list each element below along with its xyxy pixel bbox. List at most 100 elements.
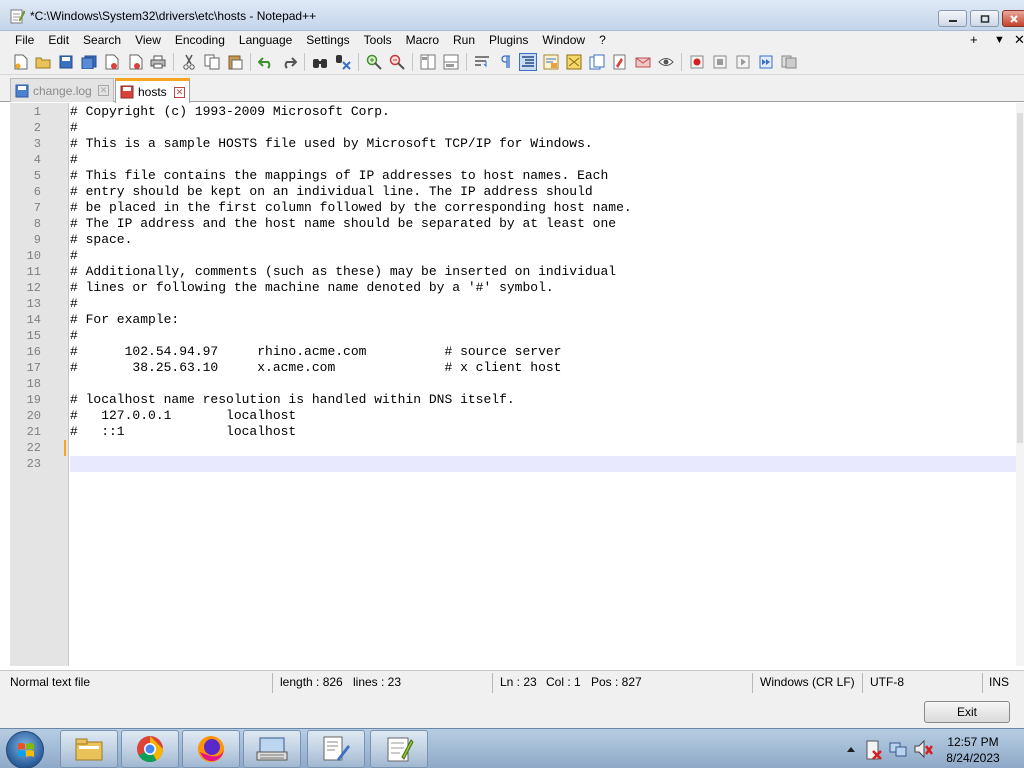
stop-record-button[interactable]: [711, 53, 729, 71]
taskbar-keyboard-app[interactable]: [243, 730, 301, 768]
paste-button[interactable]: [226, 53, 244, 71]
zoom-in-button[interactable]: [365, 53, 383, 71]
redo-button[interactable]: [280, 53, 298, 71]
system-clock[interactable]: 12:57 PM 8/24/2023: [938, 734, 1008, 766]
code-line[interactable]: [70, 440, 1016, 456]
word-wrap-button[interactable]: [473, 53, 491, 71]
code-line[interactable]: [70, 456, 1016, 472]
code-line[interactable]: #: [70, 296, 1016, 312]
new-tab-button[interactable]: +: [970, 31, 978, 49]
code-line[interactable]: # This file contains the mappings of IP …: [70, 168, 1016, 184]
record-macro-button[interactable]: [688, 53, 706, 71]
taskbar-documents-app[interactable]: [307, 730, 365, 768]
function-list-button[interactable]: [588, 53, 606, 71]
menu-help[interactable]: ?: [592, 31, 613, 49]
code-line[interactable]: # space.: [70, 232, 1016, 248]
menu-encoding[interactable]: Encoding: [168, 31, 232, 49]
folder-workspace-button[interactable]: [611, 53, 629, 71]
copy-button[interactable]: [203, 53, 221, 71]
code-line[interactable]: # ::1 localhost: [70, 424, 1016, 440]
tab-label: hosts: [138, 85, 167, 99]
taskbar-firefox[interactable]: [182, 730, 240, 768]
close-all-button[interactable]: [126, 53, 144, 71]
network-icon[interactable]: [888, 729, 908, 768]
tab-close-icon[interactable]: ✕: [98, 85, 109, 96]
save-macro-button[interactable]: [780, 53, 798, 71]
menu-macro[interactable]: Macro: [399, 31, 446, 49]
code-line[interactable]: [70, 376, 1016, 392]
code-line[interactable]: # This is a sample HOSTS file used by Mi…: [70, 136, 1016, 152]
text-area[interactable]: # Copyright (c) 1993-2009 Microsoft Corp…: [64, 103, 1016, 666]
document-map-button[interactable]: [565, 53, 583, 71]
menu-plugins[interactable]: Plugins: [482, 31, 535, 49]
close-file-button[interactable]: [103, 53, 121, 71]
sync-vertical-button[interactable]: [419, 53, 437, 71]
editor[interactable]: 1 2 3 4 5 6 7 8 9 10 11 12 13 14 15 16 17 18 19 20 21 22 23 # …: [10, 103, 1024, 666]
taskbar-file-explorer[interactable]: [60, 730, 118, 768]
code-line[interactable]: # 127.0.0.1 localhost: [70, 408, 1016, 424]
volume-muted-icon[interactable]: [912, 729, 934, 768]
status-encoding[interactable]: UTF-8: [870, 675, 904, 689]
code-line[interactable]: #: [70, 120, 1016, 136]
open-file-button[interactable]: [34, 53, 52, 71]
taskbar-notepad-plus-plus[interactable]: [370, 730, 428, 768]
code-line[interactable]: # The IP address and the host name shoul…: [70, 216, 1016, 232]
find-button[interactable]: [311, 53, 329, 71]
code-line[interactable]: #: [70, 328, 1016, 344]
eye-button[interactable]: [657, 53, 675, 71]
menu-file[interactable]: File: [0, 31, 41, 49]
menu-tools[interactable]: Tools: [357, 31, 399, 49]
replace-button[interactable]: [334, 53, 352, 71]
show-all-chars-button[interactable]: [496, 53, 514, 71]
status-insert-mode[interactable]: INS: [989, 675, 1009, 689]
minimize-button[interactable]: [938, 10, 967, 27]
action-center-icon[interactable]: [864, 729, 884, 768]
tab-list-button[interactable]: ▼: [994, 31, 1005, 49]
code-line[interactable]: # Copyright (c) 1993-2009 Microsoft Corp…: [70, 104, 1016, 120]
code-line[interactable]: # lines or following the machine name de…: [70, 280, 1016, 296]
tray-up-arrow-icon[interactable]: [844, 729, 858, 768]
code-line[interactable]: # localhost name resolution is handled w…: [70, 392, 1016, 408]
play-macro-button[interactable]: [734, 53, 752, 71]
print-button[interactable]: [149, 53, 167, 71]
tab-hosts[interactable]: hosts ✕: [115, 78, 190, 103]
tab-close-icon[interactable]: ✕: [174, 86, 185, 98]
doc-monitor-button[interactable]: [634, 53, 652, 71]
new-file-button[interactable]: [12, 53, 30, 71]
close-document-button[interactable]: ✕: [1014, 31, 1024, 49]
tab-change-log[interactable]: change.log ✕: [10, 78, 114, 102]
code-line[interactable]: # 102.54.94.97 rhino.acme.com # source s…: [70, 344, 1016, 360]
code-line[interactable]: # For example:: [70, 312, 1016, 328]
code-line[interactable]: # entry should be kept on an individual …: [70, 184, 1016, 200]
indent-guide-button[interactable]: [519, 53, 537, 71]
cut-button[interactable]: [180, 53, 198, 71]
code-line[interactable]: #: [70, 152, 1016, 168]
scrollbar-thumb[interactable]: [1017, 113, 1023, 443]
save-icon: [59, 55, 73, 69]
vertical-scrollbar[interactable]: [1016, 103, 1024, 666]
code-line[interactable]: # Additionally, comments (such as these)…: [70, 264, 1016, 280]
undo-button[interactable]: [257, 53, 275, 71]
taskbar-chrome[interactable]: [121, 730, 179, 768]
menu-window[interactable]: Window: [535, 31, 592, 49]
save-all-button[interactable]: [80, 53, 98, 71]
code-line[interactable]: # 38.25.63.10 x.acme.com # x client host: [70, 360, 1016, 376]
close-button[interactable]: [1002, 10, 1024, 27]
start-button[interactable]: [6, 731, 44, 768]
sync-horizontal-button[interactable]: [442, 53, 460, 71]
play-multiple-button[interactable]: [757, 53, 775, 71]
code-line[interactable]: # be placed in the first column followed…: [70, 200, 1016, 216]
exit-button[interactable]: Exit: [924, 701, 1010, 723]
menu-view[interactable]: View: [128, 31, 168, 49]
menu-search[interactable]: Search: [76, 31, 128, 49]
menu-language[interactable]: Language: [232, 31, 299, 49]
code-line[interactable]: #: [70, 248, 1016, 264]
save-button[interactable]: [57, 53, 75, 71]
menu-edit[interactable]: Edit: [41, 31, 76, 49]
maximize-button[interactable]: [970, 10, 999, 27]
menu-run[interactable]: Run: [446, 31, 482, 49]
status-eol[interactable]: Windows (CR LF): [760, 675, 855, 689]
zoom-out-button[interactable]: [388, 53, 406, 71]
udl-button[interactable]: [542, 53, 560, 71]
menu-settings[interactable]: Settings: [299, 31, 356, 49]
